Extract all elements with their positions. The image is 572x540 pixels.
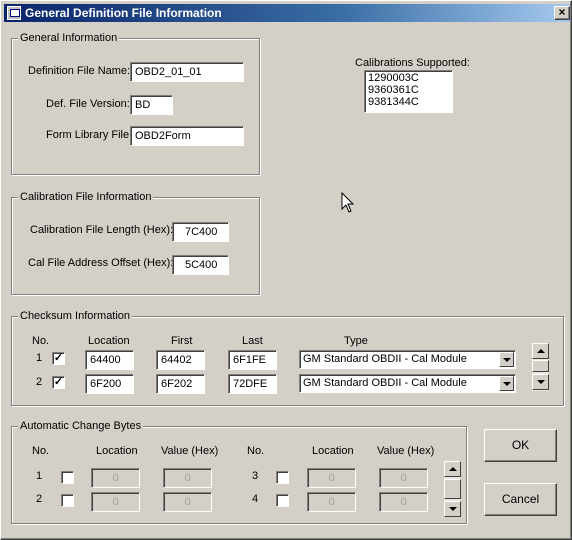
checksum-row-1-location[interactable]: 64400 xyxy=(85,350,134,370)
checksum-row-1-last[interactable]: 6F1FE xyxy=(228,350,277,370)
chevron-down-icon[interactable] xyxy=(499,352,514,367)
auto-row-4-no: 4 xyxy=(252,493,259,505)
automatic-change-bytes-label: Automatic Change Bytes xyxy=(18,420,144,432)
auto-row-4-checkbox[interactable] xyxy=(276,494,289,507)
cancel-button[interactable]: Cancel xyxy=(484,483,557,516)
scroll-up-icon[interactable] xyxy=(444,461,461,477)
checksum-header-type: Type xyxy=(344,335,368,347)
mouse-cursor-icon xyxy=(341,192,355,213)
scroll-thumb[interactable] xyxy=(444,479,461,499)
app-icon xyxy=(7,6,21,20)
checksum-header-last: Last xyxy=(242,335,263,347)
checksum-header-location: Location xyxy=(88,335,130,347)
checksum-row-2-no: 2 xyxy=(36,376,43,388)
def-file-name-field[interactable]: OBD2_01_01 xyxy=(130,62,244,82)
calibration-file-group: Calibration File Information xyxy=(11,191,260,295)
checksum-information-label: Checksum Information xyxy=(18,310,133,322)
form-library-file-label: Form Library File: xyxy=(46,129,133,141)
ok-button[interactable]: OK xyxy=(484,429,557,462)
auto-row-3-checkbox[interactable] xyxy=(276,471,289,484)
auto-row-3-value[interactable]: 0 xyxy=(379,468,428,488)
close-button[interactable]: × xyxy=(554,6,570,20)
cal-file-length-field[interactable]: 7C400 xyxy=(172,222,229,242)
checksum-header-first: First xyxy=(171,335,193,347)
checksum-row-1-type-select[interactable]: GM Standard OBDII - Cal Module xyxy=(299,350,516,369)
auto-row-2-no: 2 xyxy=(36,493,43,505)
list-item[interactable]: 9381344C xyxy=(368,96,452,108)
checksum-row-2-type-select[interactable]: GM Standard OBDII - Cal Module xyxy=(299,374,516,393)
checksum-row-2-first[interactable]: 6F202 xyxy=(156,374,205,394)
auto-row-2-value[interactable]: 0 xyxy=(163,492,212,512)
auto-header-no-left: No. xyxy=(32,445,50,457)
checksum-row-1-checkbox[interactable]: ✓ xyxy=(52,352,65,365)
checksum-row-2-checkbox[interactable]: ✓ xyxy=(52,376,65,389)
auto-row-1-no: 1 xyxy=(36,470,43,482)
window-title: General Definition File Information xyxy=(25,6,222,20)
cal-file-length-label: Calibration File Length (Hex): xyxy=(30,224,174,236)
scroll-down-icon[interactable] xyxy=(532,374,549,390)
checksum-row-2-location[interactable]: 6F200 xyxy=(85,374,134,394)
auto-row-2-checkbox[interactable] xyxy=(61,494,74,507)
auto-row-1-checkbox[interactable] xyxy=(61,471,74,484)
calibration-file-label: Calibration File Information xyxy=(18,191,154,203)
auto-row-2-location[interactable]: 0 xyxy=(91,492,140,512)
def-file-version-field[interactable]: BD xyxy=(130,95,173,115)
scroll-thumb[interactable] xyxy=(532,360,549,372)
auto-header-value-right: Value (Hex) xyxy=(377,445,435,457)
auto-row-3-location[interactable]: 0 xyxy=(307,468,356,488)
scroll-down-icon[interactable] xyxy=(444,501,461,517)
calibrations-listbox[interactable]: 1290003C 9360361C 9381344C xyxy=(364,70,453,113)
form-library-file-field[interactable]: OBD2Form xyxy=(130,126,244,146)
checksum-row-2-last[interactable]: 72DFE xyxy=(228,374,277,394)
scroll-up-icon[interactable] xyxy=(532,343,549,359)
checksum-row-1-first[interactable]: 64402 xyxy=(156,350,205,370)
list-item[interactable]: 9360361C xyxy=(368,84,452,96)
auto-header-no-right: No. xyxy=(247,445,265,457)
auto-row-3-no: 3 xyxy=(252,470,259,482)
auto-header-location-left: Location xyxy=(96,445,138,457)
auto-header-location-right: Location xyxy=(312,445,354,457)
auto-header-value-left: Value (Hex) xyxy=(161,445,219,457)
auto-change-scrollbar[interactable] xyxy=(444,461,461,517)
dialog-window: General Definition File Information × Ge… xyxy=(0,0,572,540)
title-bar[interactable]: General Definition File Information × xyxy=(4,4,570,22)
auto-row-4-value[interactable]: 0 xyxy=(379,492,428,512)
auto-row-1-location[interactable]: 0 xyxy=(91,468,140,488)
checksum-header-no: No. xyxy=(32,335,50,347)
auto-row-1-value[interactable]: 0 xyxy=(163,468,212,488)
checksum-row-1-no: 1 xyxy=(36,352,43,364)
auto-row-4-location[interactable]: 0 xyxy=(307,492,356,512)
calibrations-supported-label: Calibrations Supported: xyxy=(355,57,470,69)
chevron-down-icon[interactable] xyxy=(499,376,514,391)
cal-file-offset-label: Cal File Address Offset (Hex): xyxy=(28,257,174,269)
general-information-label: General Information xyxy=(18,32,120,44)
checksum-scrollbar[interactable] xyxy=(532,343,549,391)
cal-file-offset-field[interactable]: 5C400 xyxy=(172,255,229,275)
def-file-name-label: Definition File Name: xyxy=(28,65,131,77)
def-file-version-label: Def. File Version: xyxy=(46,98,130,110)
list-item[interactable]: 1290003C xyxy=(368,72,452,84)
